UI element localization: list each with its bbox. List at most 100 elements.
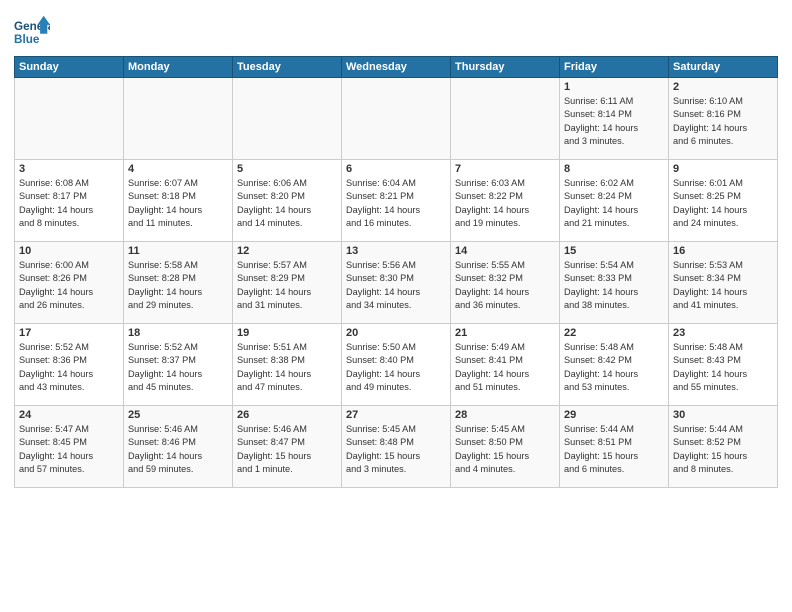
day-info: Sunrise: 5:49 AM Sunset: 8:41 PM Dayligh… [455, 341, 555, 394]
day-number: 7 [455, 163, 555, 175]
calendar-cell: 28 Sunrise: 5:45 AM Sunset: 8:50 PM Dayli… [451, 406, 560, 488]
calendar-cell: 6Sunrise: 6:04 AM Sunset: 8:21 PM Daylig… [342, 160, 451, 242]
day-number: 25 [128, 409, 228, 421]
calendar-cell: 13 Sunrise: 5:56 AM Sunset: 8:30 PM Dayli… [342, 242, 451, 324]
calendar-cell: 29 Sunrise: 5:44 AM Sunset: 8:51 PM Dayli… [560, 406, 669, 488]
day-number: 27 [346, 409, 446, 421]
week-row-1: 3 Sunrise: 6:08 AM Sunset: 8:17 PM Daylig… [15, 160, 778, 242]
calendar-cell: 10 Sunrise: 6:00 AM Sunset: 8:26 PM Dayli… [15, 242, 124, 324]
weekday-header-tuesday: Tuesday [233, 57, 342, 78]
day-info: Sunrise: 5:51 AM Sunset: 8:38 PM Dayligh… [237, 341, 337, 394]
day-info: Sunrise: 5:56 AM Sunset: 8:30 PM Dayligh… [346, 259, 446, 312]
day-info: Sunrise: 5:50 AM Sunset: 8:40 PM Dayligh… [346, 341, 446, 394]
day-info: Sunrise: 5:53 AM Sunset: 8:34 PM Dayligh… [673, 259, 773, 312]
day-number: 3 [19, 163, 119, 175]
day-info: Sunrise: 6:03 AM Sunset: 8:22 PM Dayligh… [455, 177, 555, 230]
weekday-header-saturday: Saturday [669, 57, 778, 78]
day-number: 8 [564, 163, 664, 175]
calendar-cell: 27 Sunrise: 5:45 AM Sunset: 8:48 PM Dayli… [342, 406, 451, 488]
day-number: 6 [346, 163, 446, 175]
day-info: Sunrise: 6:07 AM Sunset: 8:18 PM Dayligh… [128, 177, 228, 230]
weekday-header-monday: Monday [124, 57, 233, 78]
calendar-cell: 9Sunrise: 6:01 AM Sunset: 8:25 PM Daylig… [669, 160, 778, 242]
week-row-2: 10 Sunrise: 6:00 AM Sunset: 8:26 PM Dayli… [15, 242, 778, 324]
day-number: 13 [346, 245, 446, 257]
header: GeneralBlue [14, 10, 778, 50]
day-number: 24 [19, 409, 119, 421]
calendar-cell: 1 Sunrise: 6:11 AM Sunset: 8:14 PM Daylig… [560, 78, 669, 160]
calendar-cell: 11Sunrise: 5:58 AM Sunset: 8:28 PM Dayli… [124, 242, 233, 324]
day-info: Sunrise: 6:00 AM Sunset: 8:26 PM Dayligh… [19, 259, 119, 312]
day-info: Sunrise: 6:08 AM Sunset: 8:17 PM Dayligh… [19, 177, 119, 230]
day-info: Sunrise: 5:47 AM Sunset: 8:45 PM Dayligh… [19, 423, 119, 476]
day-number: 19 [237, 327, 337, 339]
day-info: Sunrise: 5:44 AM Sunset: 8:52 PM Dayligh… [673, 423, 773, 476]
calendar-cell [233, 78, 342, 160]
weekday-header-thursday: Thursday [451, 57, 560, 78]
day-info: Sunrise: 5:46 AM Sunset: 8:46 PM Dayligh… [128, 423, 228, 476]
calendar-cell: 23Sunrise: 5:48 AM Sunset: 8:43 PM Dayli… [669, 324, 778, 406]
day-info: Sunrise: 5:48 AM Sunset: 8:42 PM Dayligh… [564, 341, 664, 394]
calendar-cell: 2 Sunrise: 6:10 AM Sunset: 8:16 PM Daylig… [669, 78, 778, 160]
calendar-cell [342, 78, 451, 160]
day-info: Sunrise: 6:11 AM Sunset: 8:14 PM Dayligh… [564, 95, 664, 148]
day-number: 20 [346, 327, 446, 339]
calendar-cell [124, 78, 233, 160]
weekday-header-wednesday: Wednesday [342, 57, 451, 78]
day-number: 4 [128, 163, 228, 175]
calendar-cell: 30 Sunrise: 5:44 AM Sunset: 8:52 PM Dayli… [669, 406, 778, 488]
day-number: 2 [673, 81, 773, 93]
main-container: GeneralBlue SundayMondayTuesdayWednesday… [0, 0, 792, 612]
calendar-cell: 18 Sunrise: 5:52 AM Sunset: 8:37 PM Dayli… [124, 324, 233, 406]
day-info: Sunrise: 5:52 AM Sunset: 8:37 PM Dayligh… [128, 341, 228, 394]
calendar-cell: 5 Sunrise: 6:06 AM Sunset: 8:20 PM Daylig… [233, 160, 342, 242]
day-number: 21 [455, 327, 555, 339]
day-info: Sunrise: 6:01 AM Sunset: 8:25 PM Dayligh… [673, 177, 773, 230]
day-number: 5 [237, 163, 337, 175]
day-number: 1 [564, 81, 664, 93]
day-info: Sunrise: 5:45 AM Sunset: 8:48 PM Dayligh… [346, 423, 446, 476]
day-info: Sunrise: 5:54 AM Sunset: 8:33 PM Dayligh… [564, 259, 664, 312]
day-info: Sunrise: 5:45 AM Sunset: 8:50 PM Dayligh… [455, 423, 555, 476]
day-number: 29 [564, 409, 664, 421]
day-number: 10 [19, 245, 119, 257]
weekday-header-sunday: Sunday [15, 57, 124, 78]
day-number: 23 [673, 327, 773, 339]
day-info: Sunrise: 5:57 AM Sunset: 8:29 PM Dayligh… [237, 259, 337, 312]
day-info: Sunrise: 6:10 AM Sunset: 8:16 PM Dayligh… [673, 95, 773, 148]
calendar-cell: 24 Sunrise: 5:47 AM Sunset: 8:45 PM Dayli… [15, 406, 124, 488]
calendar-cell: 12 Sunrise: 5:57 AM Sunset: 8:29 PM Dayli… [233, 242, 342, 324]
weekday-header-row: SundayMondayTuesdayWednesdayThursdayFrid… [15, 57, 778, 78]
day-number: 14 [455, 245, 555, 257]
day-number: 22 [564, 327, 664, 339]
calendar-table: SundayMondayTuesdayWednesdayThursdayFrid… [14, 56, 778, 488]
week-row-3: 17 Sunrise: 5:52 AM Sunset: 8:36 PM Dayli… [15, 324, 778, 406]
calendar-cell: 21 Sunrise: 5:49 AM Sunset: 8:41 PM Dayli… [451, 324, 560, 406]
day-info: Sunrise: 6:06 AM Sunset: 8:20 PM Dayligh… [237, 177, 337, 230]
calendar-cell [451, 78, 560, 160]
week-row-4: 24 Sunrise: 5:47 AM Sunset: 8:45 PM Dayli… [15, 406, 778, 488]
week-row-0: 1 Sunrise: 6:11 AM Sunset: 8:14 PM Daylig… [15, 78, 778, 160]
day-number: 12 [237, 245, 337, 257]
calendar-cell: 22 Sunrise: 5:48 AM Sunset: 8:42 PM Dayli… [560, 324, 669, 406]
day-number: 28 [455, 409, 555, 421]
day-number: 11 [128, 245, 228, 257]
logo: GeneralBlue [14, 14, 54, 50]
calendar-cell: 8Sunrise: 6:02 AM Sunset: 8:24 PM Daylig… [560, 160, 669, 242]
day-info: Sunrise: 5:44 AM Sunset: 8:51 PM Dayligh… [564, 423, 664, 476]
svg-text:Blue: Blue [14, 33, 40, 46]
day-number: 15 [564, 245, 664, 257]
day-number: 18 [128, 327, 228, 339]
calendar-cell: 3 Sunrise: 6:08 AM Sunset: 8:17 PM Daylig… [15, 160, 124, 242]
calendar-cell: 14Sunrise: 5:55 AM Sunset: 8:32 PM Dayli… [451, 242, 560, 324]
day-number: 30 [673, 409, 773, 421]
day-number: 26 [237, 409, 337, 421]
calendar-cell: 19 Sunrise: 5:51 AM Sunset: 8:38 PM Dayli… [233, 324, 342, 406]
day-number: 16 [673, 245, 773, 257]
weekday-header-friday: Friday [560, 57, 669, 78]
calendar-cell: 20 Sunrise: 5:50 AM Sunset: 8:40 PM Dayli… [342, 324, 451, 406]
day-info: Sunrise: 5:52 AM Sunset: 8:36 PM Dayligh… [19, 341, 119, 394]
calendar-cell: 15 Sunrise: 5:54 AM Sunset: 8:33 PM Dayli… [560, 242, 669, 324]
logo-icon: GeneralBlue [14, 14, 50, 50]
day-number: 17 [19, 327, 119, 339]
